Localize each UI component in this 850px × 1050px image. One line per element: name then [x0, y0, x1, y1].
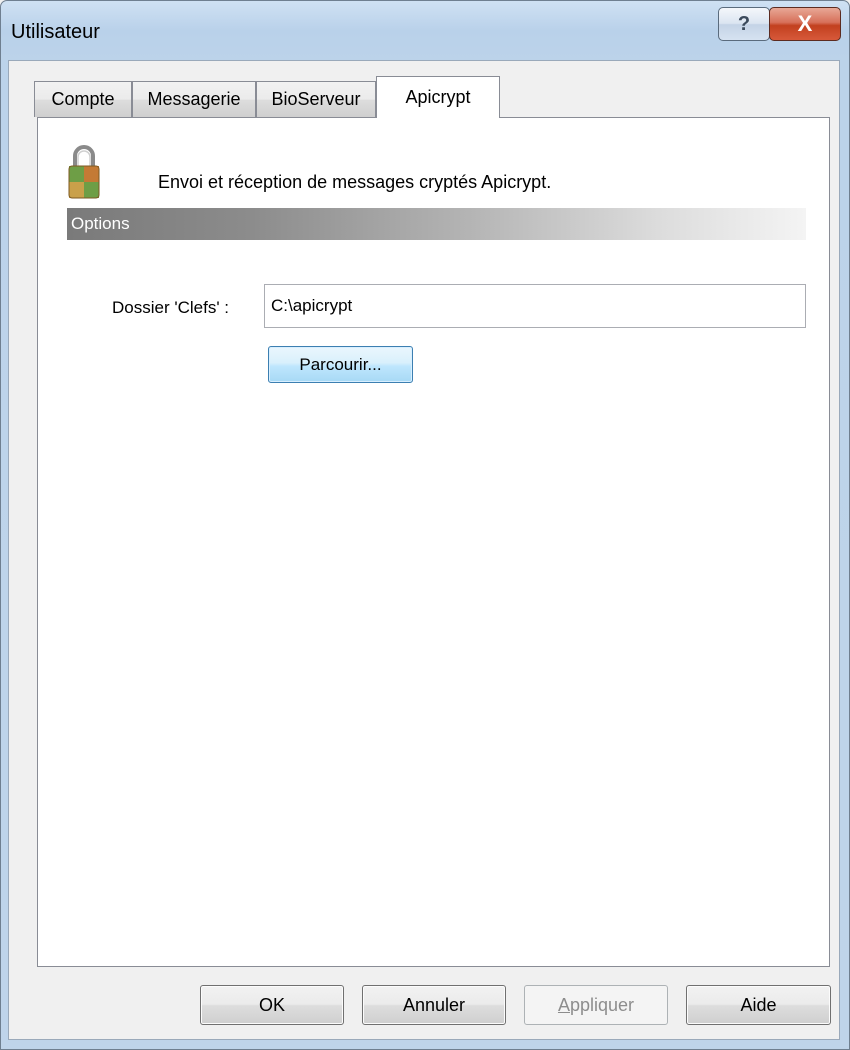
- cancel-button[interactable]: Annuler: [362, 985, 506, 1025]
- browse-button-label: Parcourir...: [299, 354, 382, 374]
- tab-compte[interactable]: Compte: [34, 81, 132, 117]
- title-bar[interactable]: Utilisateur ? X: [1, 1, 849, 61]
- tab-label: Compte: [51, 89, 115, 109]
- keys-folder-input[interactable]: [264, 284, 806, 328]
- tab-messagerie[interactable]: Messagerie: [132, 81, 256, 117]
- help-button[interactable]: Aide: [686, 985, 831, 1025]
- lock-icon: [66, 140, 102, 200]
- apply-button[interactable]: Appliquer: [524, 985, 668, 1025]
- apply-button-label: Appliquer: [558, 995, 634, 1016]
- close-button[interactable]: X: [769, 7, 841, 41]
- window-title: Utilisateur: [11, 21, 100, 43]
- ok-button[interactable]: OK: [200, 985, 344, 1025]
- close-icon: X: [797, 11, 813, 36]
- ok-button-label: OK: [258, 994, 285, 1015]
- tab-bioserveur[interactable]: BioServeur: [256, 81, 376, 117]
- tab-panel: [37, 117, 830, 967]
- options-section-header: Options: [67, 208, 806, 240]
- keys-folder-label: Dossier 'Clefs' :: [112, 298, 230, 317]
- tab-label: BioServeur: [271, 89, 361, 109]
- tab-apicrypt[interactable]: Apicrypt: [376, 76, 500, 118]
- tab-label: Messagerie: [147, 89, 241, 109]
- question-mark-icon: ?: [737, 12, 751, 35]
- apply-label-rest: ppliquer: [569, 994, 635, 1015]
- apicrypt-description: Envoi et réception de messages cryptés A…: [158, 172, 552, 192]
- browse-button[interactable]: Parcourir...: [268, 346, 413, 383]
- help-button-label: Aide: [740, 994, 777, 1015]
- apply-mnemonic: A: [557, 994, 570, 1015]
- cancel-button-label: Annuler: [402, 994, 466, 1015]
- options-section-title: Options: [71, 214, 130, 233]
- tab-label: Apicrypt: [405, 87, 471, 107]
- help-title-button[interactable]: ?: [718, 7, 770, 41]
